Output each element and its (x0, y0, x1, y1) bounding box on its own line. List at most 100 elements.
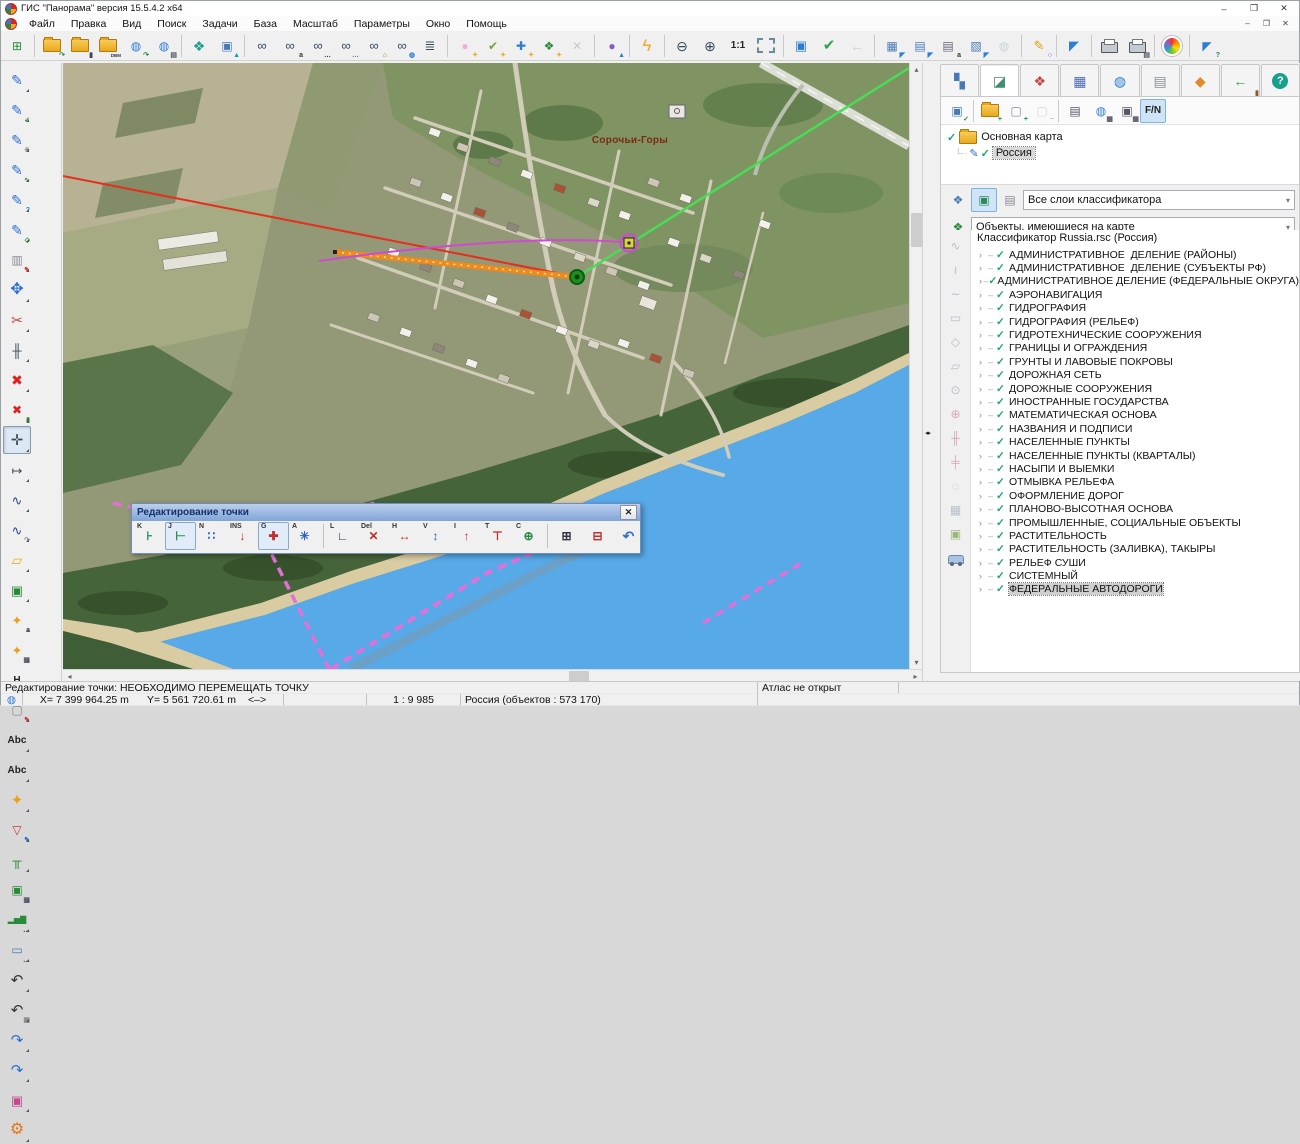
classifier-item[interactable]: ›–✓НАЗВАНИЯ И ПОДПИСИ (971, 422, 1299, 435)
create-axis-button[interactable]: ✎✳ (3, 126, 31, 154)
route-measure-button[interactable]: ✎○ (1025, 33, 1053, 59)
menu-item-7[interactable]: Параметры (346, 16, 418, 31)
fn-toggle-button[interactable]: F/N (1140, 99, 1166, 123)
classifier-item[interactable]: ›–✓ГИДРОГРАФИЯ (РЕЛЬЕФ) (971, 315, 1299, 328)
tab-classifier[interactable]: ❖ (1020, 64, 1059, 97)
matrix-select-button[interactable]: ▦ (944, 498, 968, 522)
expand-icon[interactable]: › (979, 397, 988, 407)
print-report-button[interactable]: ▤ (1123, 33, 1151, 59)
expand-icon[interactable]: › (979, 437, 988, 447)
expand-icon[interactable]: › (979, 518, 988, 528)
view-frame-button[interactable]: ▣ (787, 33, 815, 59)
chart-steps-button[interactable]: ▂▅▇… (3, 906, 31, 934)
classifier-item[interactable]: ›–✓ГРУНТЫ И ЛАВОВЫЕ ПОКРОВЫ (971, 355, 1299, 368)
checkbox-checked-icon[interactable]: ✓ (996, 409, 1009, 421)
help-select-button[interactable]: ◤? (1193, 33, 1221, 59)
add-map-button[interactable]: ▢+ (1003, 99, 1029, 123)
undo-all-button[interactable]: ↶▦ (3, 996, 31, 1024)
remove-point-button[interactable]: ⊟ (582, 522, 613, 550)
select-globe-button[interactable]: ◍ (990, 33, 1018, 59)
mdi-restore-button[interactable]: ❐ (1257, 16, 1276, 31)
classifier-item[interactable]: ›–✓ДОРОЖНАЯ СЕТЬ (971, 369, 1299, 382)
window-more-button[interactable]: ▭… (3, 936, 31, 964)
delete-part-button[interactable]: ✖▮ (3, 396, 31, 424)
expand-icon[interactable]: › (979, 317, 988, 327)
checkbox-checked-icon[interactable]: ✓ (996, 262, 1009, 274)
point-mode-N-button[interactable]: N∷ (196, 522, 227, 550)
expand-icon[interactable]: › (979, 384, 988, 394)
menu-item-2[interactable]: Вид (114, 16, 149, 31)
mdi-minimize-button[interactable]: – (1238, 16, 1257, 31)
map-vertical-scrollbar[interactable]: ▴ ▾ (909, 63, 922, 669)
layers-list-button[interactable]: ❖ (185, 33, 213, 59)
draw-circle-button[interactable]: ◌ (944, 474, 968, 498)
object-card-button[interactable]: ▤a (934, 33, 962, 59)
expand-icon[interactable]: › (979, 531, 988, 541)
highlight-text-button[interactable]: ✦a (3, 606, 31, 634)
classifier-item[interactable]: ›–✓РАСТИТЕЛЬНОСТЬ (971, 529, 1299, 542)
expand-icon[interactable]: › (979, 343, 988, 353)
menu-item-9[interactable]: Помощь (458, 16, 515, 31)
zoom-in-button[interactable]: ⊕ (696, 33, 724, 59)
new-map-button[interactable]: ⊞ (3, 33, 31, 59)
checkbox-checked-icon[interactable]: ✓ (981, 147, 990, 160)
expand-icon[interactable]: › (979, 558, 988, 568)
checkbox-checked-icon[interactable]: ✓ (996, 490, 1009, 502)
tree-map-label[interactable]: Россия (993, 147, 1035, 159)
map-canvas[interactable]: Сорочьи-Горы (63, 63, 909, 669)
delete-object-button[interactable]: ✖ (3, 366, 31, 394)
checkbox-checked-icon[interactable]: ✓ (996, 342, 1009, 354)
expand-icon[interactable]: › (979, 370, 988, 380)
point-mode-K-button[interactable]: K⊦ (134, 522, 165, 550)
expand-icon[interactable]: › (979, 263, 988, 273)
edit-part-copy-button[interactable]: ∿↷ (3, 516, 31, 544)
menu-item-1[interactable]: Правка (63, 16, 114, 31)
tab-globe[interactable]: ◍ (1100, 64, 1139, 97)
checkbox-checked-icon[interactable]: ✓ (996, 583, 1009, 595)
tab-navigator[interactable]: ◆ (1181, 64, 1220, 97)
menu-item-0[interactable]: Файл (21, 16, 63, 31)
maps-list-button[interactable]: ▣✓ (944, 99, 970, 123)
scale-one-to-one-button[interactable]: 1:1 (724, 33, 752, 59)
undo-button[interactable]: ↶ (3, 966, 31, 994)
undo-point-button[interactable]: ↶ (613, 522, 644, 550)
point-mode-G-button[interactable]: G✚ (258, 522, 289, 550)
checkbox-checked-icon[interactable]: ✓ (996, 476, 1009, 488)
open-database-button[interactable]: DBM (94, 33, 122, 59)
classifier-item[interactable]: ›–✓АДМИНИСТРАТИВНОЕ ДЕЛЕНИЕ (СУБЪЕКТЫ РФ… (971, 261, 1299, 274)
edit-polygon-button[interactable]: ✎◇ (3, 216, 31, 244)
align-nodes-button[interactable]: ╫ (3, 336, 31, 364)
menu-item-4[interactable]: Задачи (194, 16, 245, 31)
minimize-button[interactable]: – (1209, 1, 1239, 16)
draw-squiggle-button[interactable]: ∼ (944, 282, 968, 306)
classifier-item[interactable]: ›–✓ФЕДЕРАЛЬНЫЕ АВТОДОРОГИ (971, 583, 1299, 596)
highlight-grid-button[interactable]: ✦▦ (3, 636, 31, 664)
palette-button[interactable] (1158, 33, 1186, 59)
checkbox-checked-icon[interactable]: ✓ (996, 543, 1009, 555)
open-project-button[interactable]: ◍▤ (150, 33, 178, 59)
checkbox-checked-icon[interactable]: ✓ (996, 329, 1009, 341)
point-mode-Del-button[interactable]: Del✕ (358, 522, 389, 550)
draw-parallel-2-button[interactable]: ╪ (944, 450, 968, 474)
classifier-item[interactable]: ›–✓ПРОМЫШЛЕННЫЕ, СОЦИАЛЬНЫЕ ОБЪЕКТЫ (971, 516, 1299, 529)
point-mode-I-button[interactable]: I↑ (451, 522, 482, 550)
edit-part-button[interactable]: ∿ (3, 486, 31, 514)
classifier-item[interactable]: ›–✓ИНОСТРАННЫЕ ГОСУДАРСТВА (971, 395, 1299, 408)
draw-parallelogram-button[interactable]: ▱ (944, 354, 968, 378)
sign-edit-button[interactable]: ▽✎ (3, 816, 31, 844)
objects-list-button[interactable]: ≣ (416, 33, 444, 59)
open-site-button[interactable]: ▮ (66, 33, 94, 59)
checkbox-checked-icon[interactable]: ✓ (947, 131, 956, 144)
checkbox-checked-icon[interactable]: ✓ (996, 530, 1009, 542)
expand-icon[interactable]: › (979, 491, 988, 501)
point-mode-H-button[interactable]: H↔ (389, 522, 420, 550)
classifier-item[interactable]: ›–✓НАСЕЛЕННЫЕ ПУНКТЫ (КВАРТАЛЫ) (971, 449, 1299, 462)
draw-line-button[interactable]: ∿ (944, 234, 968, 258)
cut-object-button[interactable]: ✂ (3, 306, 31, 334)
maps-table-button[interactable]: ▣▦ (1114, 99, 1140, 123)
classifier-item[interactable]: ›–✓ГРАНИЦЫ И ОГРАЖДЕНИЯ (971, 342, 1299, 355)
classifier-item[interactable]: ›–✓ГИДРОТЕХНИЧЕСКИЕ СООРУЖЕНИЯ (971, 328, 1299, 341)
zoom-out-button[interactable]: ⊖ (668, 33, 696, 59)
point-mode-T-button[interactable]: T⊤ (482, 522, 513, 550)
text-abc-2-button[interactable]: Abc (3, 756, 31, 784)
